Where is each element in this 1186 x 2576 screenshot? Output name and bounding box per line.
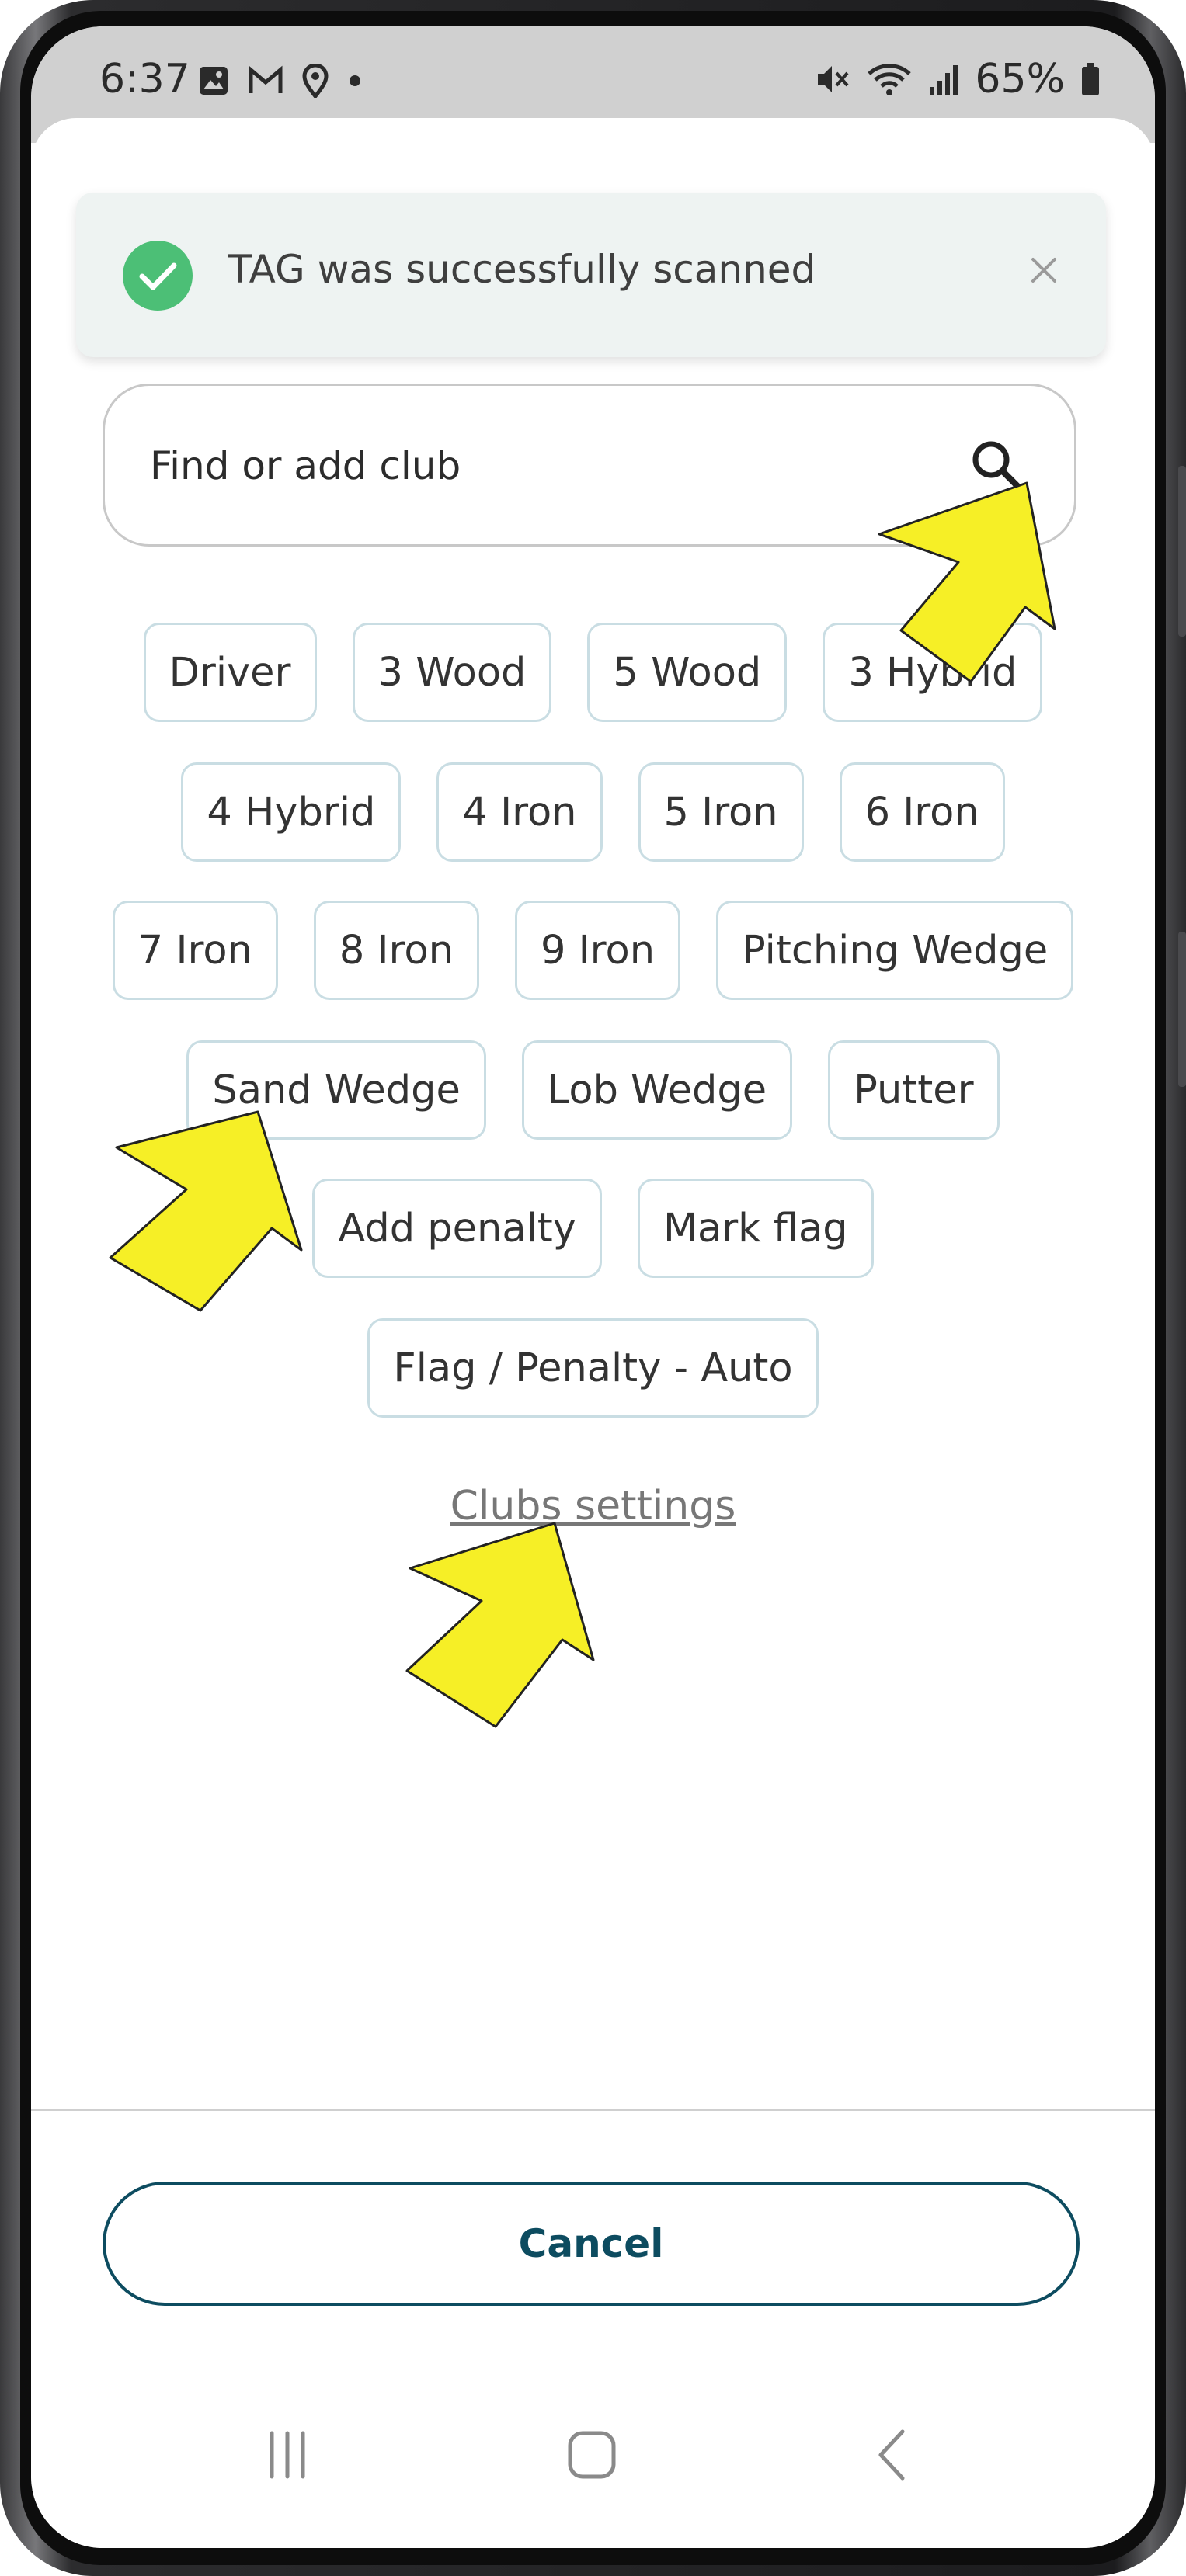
club-chip-8-iron[interactable]: 8 Iron	[313, 901, 479, 1000]
back-icon[interactable]	[847, 2416, 940, 2494]
annotation-arrow-clubs-settings	[405, 1522, 595, 1728]
add-penalty-chip[interactable]: Add penalty	[312, 1179, 602, 1278]
battery-icon	[1082, 63, 1099, 95]
club-chip-3-wood[interactable]: 3 Wood	[352, 623, 552, 722]
battery-percent: 65%	[975, 56, 1065, 102]
search-input[interactable]	[148, 386, 928, 546]
club-chip-4-iron[interactable]: 4 Iron	[436, 762, 603, 862]
success-toast: TAG was successfully scanned	[76, 193, 1106, 357]
toast-message: TAG was successfully scanned	[228, 247, 816, 292]
club-chip-7-iron[interactable]: 7 Iron	[112, 901, 278, 1000]
location-icon	[302, 64, 329, 98]
club-chip-pitching-wedge[interactable]: Pitching Wedge	[716, 901, 1074, 1000]
system-icons: 65%	[815, 56, 1101, 102]
home-icon[interactable]	[545, 2416, 638, 2494]
notification-icons	[198, 64, 363, 98]
signal-icon	[930, 65, 958, 95]
club-chip-5-iron[interactable]: 5 Iron	[638, 762, 804, 862]
dot-icon	[350, 75, 360, 86]
chip-row: Flag / Penalty - Auto	[31, 1318, 1155, 1418]
flag-penalty-auto-chip[interactable]: Flag / Penalty - Auto	[367, 1318, 819, 1418]
status-time: 6:37	[99, 56, 190, 102]
club-chip-lob-wedge[interactable]: Lob Wedge	[521, 1040, 793, 1140]
recent-apps-icon[interactable]	[241, 2416, 334, 2494]
check-circle-icon	[123, 241, 193, 311]
divider	[31, 2109, 1155, 2111]
gmail-icon	[249, 65, 283, 93]
volume-button	[1178, 466, 1186, 637]
annotation-arrow-sand-wedge	[109, 1110, 303, 1312]
club-chip-5-wood[interactable]: 5 Wood	[587, 623, 788, 722]
mark-flag-chip[interactable]: Mark flag	[637, 1179, 874, 1278]
chip-row: 7 Iron 8 Iron 9 Iron Pitching Wedge	[31, 901, 1155, 1000]
club-chip-6-iron[interactable]: 6 Iron	[839, 762, 1005, 862]
club-chip-4-hybrid[interactable]: 4 Hybrid	[181, 762, 402, 862]
wifi-icon	[868, 64, 912, 95]
cancel-button[interactable]: Cancel	[103, 2182, 1080, 2306]
annotation-arrow-search	[878, 481, 1056, 683]
system-nav-bar	[31, 2369, 1155, 2525]
mute-icon	[818, 66, 849, 92]
chip-row: 4 Hybrid 4 Iron 5 Iron 6 Iron	[31, 762, 1155, 862]
close-icon[interactable]	[1021, 247, 1067, 293]
image-icon	[200, 67, 228, 95]
power-button	[1178, 932, 1186, 1087]
club-chip-putter[interactable]: Putter	[828, 1040, 1000, 1140]
club-chip-driver[interactable]: Driver	[143, 623, 317, 722]
club-chip-9-iron[interactable]: 9 Iron	[514, 901, 681, 1000]
